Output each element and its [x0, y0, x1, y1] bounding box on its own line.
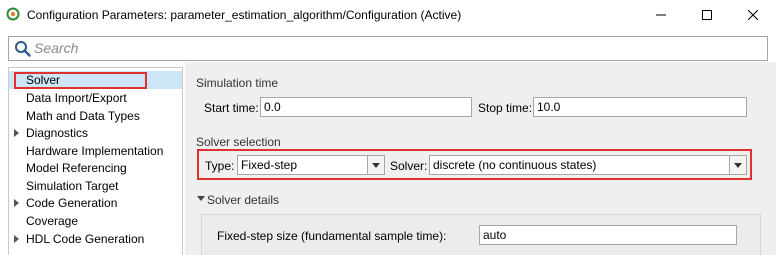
tree-item-label: HDL Code Generation: [26, 232, 145, 246]
stop-time-field[interactable]: 10.0: [533, 97, 747, 117]
tree-item-data-import-export[interactable]: Data Import/Export: [9, 89, 182, 107]
fixed-step-size-label: Fixed-step size (fundamental sample time…: [217, 229, 447, 243]
tree-item-label: Coverage: [26, 214, 79, 228]
search-icon: [15, 41, 31, 57]
solver-settings-pane: Simulation time Start time: 0.0 Stop tim…: [185, 62, 776, 255]
search-placeholder: Search: [34, 40, 79, 56]
collapse-arrow-icon[interactable]: [197, 196, 205, 201]
tree-item-label: Code Generation: [26, 196, 118, 210]
expand-arrow-icon[interactable]: [14, 199, 19, 207]
expand-arrow-icon[interactable]: [14, 235, 19, 243]
start-time-field[interactable]: 0.0: [260, 97, 472, 117]
solver-label: Solver:: [390, 159, 428, 173]
tree-item-label: Hardware Implementation: [26, 144, 164, 158]
tree-item-simulation-target[interactable]: Simulation Target: [9, 177, 182, 195]
close-button[interactable]: [730, 0, 776, 30]
tree-item-label: Diagnostics: [26, 126, 89, 140]
close-icon: [748, 10, 758, 20]
tree-item-hardware-implementation[interactable]: Hardware Implementation: [9, 142, 182, 160]
highlight-box: [14, 72, 147, 89]
tree-item-diagnostics[interactable]: Diagnostics: [9, 124, 182, 142]
tree-item-solver[interactable]: Solver: [9, 71, 182, 89]
solver-type-value: Fixed-step: [241, 158, 298, 172]
window-title: Configuration Parameters: parameter_esti…: [27, 8, 462, 22]
fixed-step-size-field[interactable]: auto: [479, 225, 737, 245]
solver-type-label: Type:: [205, 159, 235, 173]
tree-item-model-referencing[interactable]: Model Referencing: [9, 159, 182, 177]
minimize-icon: [656, 14, 666, 16]
title-bar: Configuration Parameters: parameter_esti…: [0, 0, 776, 30]
solver-dropdown[interactable]: discrete (no continuous states): [429, 155, 747, 175]
tree-item-hdl-code-generation[interactable]: HDL Code Generation: [9, 230, 182, 248]
simulation-time-heading: Simulation time: [196, 76, 279, 90]
stop-time-label: Stop time:: [478, 101, 533, 115]
simulink-gear-icon: [6, 7, 20, 21]
tree-item-math-and-data-types[interactable]: Math and Data Types: [9, 107, 182, 125]
chevron-down-icon[interactable]: [729, 156, 746, 174]
solver-type-dropdown[interactable]: Fixed-step: [237, 155, 385, 175]
start-time-label: Start time:: [204, 101, 259, 115]
solver-selection-heading: Solver selection: [196, 135, 281, 149]
chevron-down-icon[interactable]: [367, 156, 384, 174]
maximize-button[interactable]: [684, 0, 730, 30]
solver-details-panel: Fixed-step size (fundamental sample time…: [201, 214, 761, 255]
tree-item-label: Math and Data Types: [26, 109, 140, 123]
tree-item-label: Model Referencing: [26, 161, 127, 175]
minimize-button[interactable]: [638, 0, 684, 30]
tree-item-coverage[interactable]: Coverage: [9, 212, 182, 230]
solver-details-heading[interactable]: Solver details: [207, 193, 279, 207]
maximize-icon: [702, 10, 712, 20]
tree-item-label: Simulation Target: [26, 179, 119, 193]
tree-item-code-generation[interactable]: Code Generation: [9, 194, 182, 212]
category-tree: Solver Data Import/Export Math and Data …: [8, 67, 183, 255]
search-input[interactable]: Search: [8, 36, 768, 61]
solver-value: discrete (no continuous states): [433, 158, 597, 172]
expand-arrow-icon[interactable]: [14, 129, 19, 137]
tree-item-label: Data Import/Export: [26, 91, 127, 105]
